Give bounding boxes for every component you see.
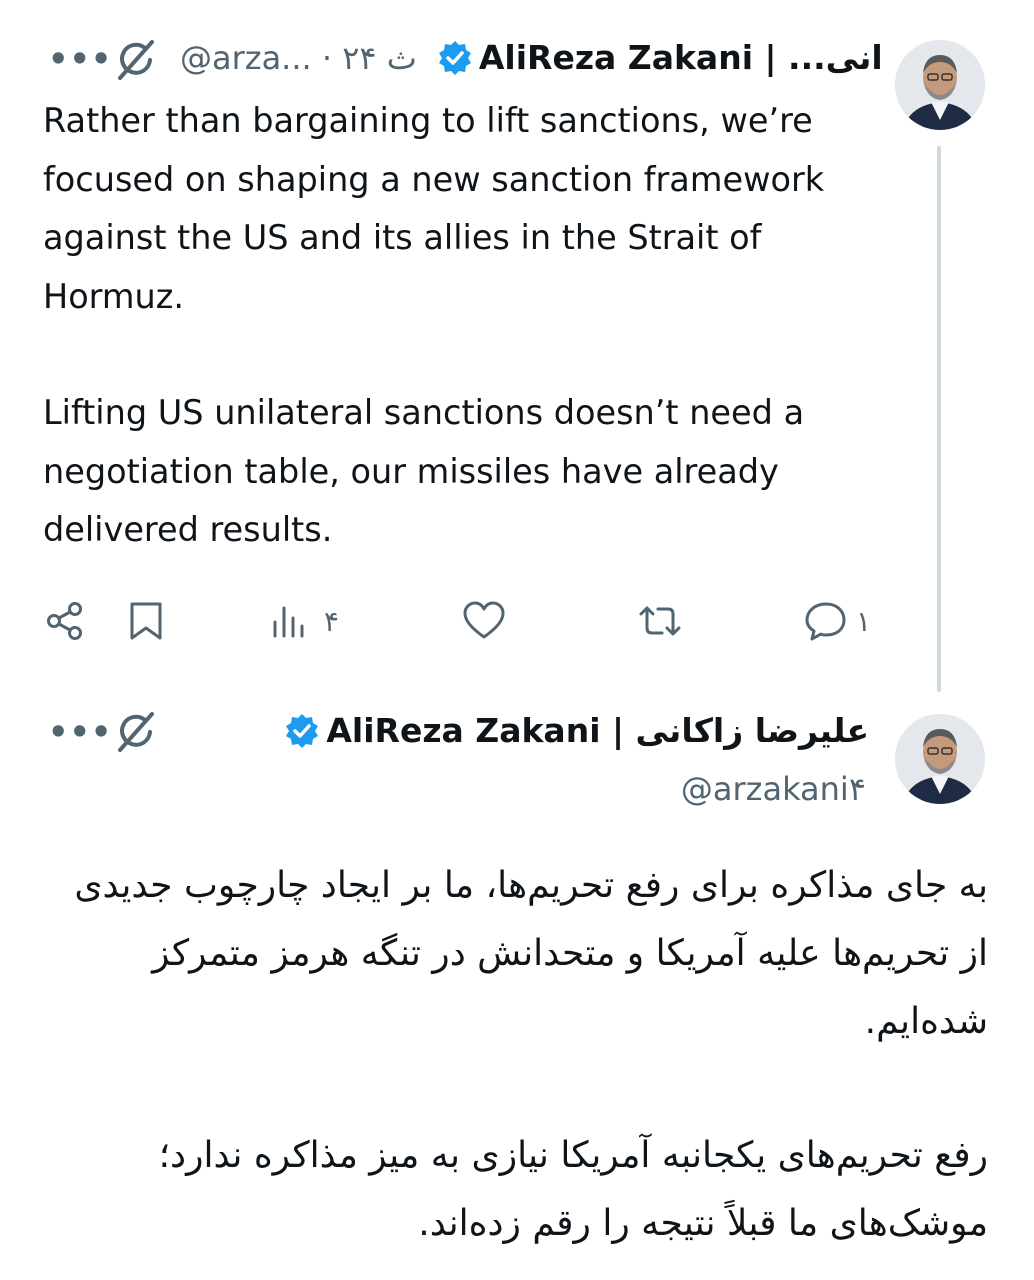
bookmark-icon — [130, 602, 162, 640]
views-count: ۴ — [324, 604, 340, 638]
tweet-text: Rather than bargaining to lift sanctions… — [43, 92, 893, 560]
grok-icon[interactable] — [112, 708, 160, 760]
more-options-button[interactable]: ••• — [48, 40, 112, 78]
share-button[interactable] — [44, 600, 86, 642]
avatar[interactable] — [895, 40, 985, 130]
tweet-paragraph: Rather than bargaining to lift sanctions… — [43, 101, 825, 316]
retweet-icon — [639, 606, 681, 636]
handle[interactable]: @arzakani۴ — [681, 770, 866, 808]
reply-icon — [805, 602, 846, 641]
tweet-handle-time[interactable]: @arza... · ۲۴ ث — [180, 39, 417, 77]
display-name[interactable]: AliReza Zakani | ...انی — [479, 38, 883, 77]
reply-button[interactable]: ۱ — [804, 600, 871, 642]
verified-badge-icon — [437, 40, 473, 76]
tweet-paragraph: Lifting US unilateral sanctions doesn’t … — [43, 393, 805, 549]
retweet-button[interactable] — [636, 600, 684, 642]
avatar[interactable] — [895, 714, 985, 804]
tweet-paragraph: به جای مذاکره برای رفع تحریم‌ها، ما بر ا… — [74, 865, 988, 1042]
views-button[interactable]: ۴ — [270, 600, 339, 642]
thread-line — [937, 146, 941, 692]
reply-count: ۱ — [856, 604, 872, 638]
grok-icon[interactable] — [112, 36, 160, 88]
heart-icon — [463, 601, 505, 639]
tweet-text: به جای مذاکره برای رفع تحریم‌ها، ما بر ا… — [38, 852, 988, 1258]
more-options-button[interactable]: ••• — [48, 713, 112, 751]
verified-badge-icon — [284, 713, 320, 749]
share-icon — [47, 602, 82, 640]
bookmark-button[interactable] — [126, 600, 166, 642]
analytics-icon — [273, 606, 304, 638]
like-button[interactable] — [462, 600, 506, 642]
display-name[interactable]: AliReza Zakani | علیرضا زاکانی — [326, 711, 869, 750]
tweet-paragraph: رفع تحریم‌های یکجانبه آمریکا نیازی به می… — [158, 1135, 988, 1244]
